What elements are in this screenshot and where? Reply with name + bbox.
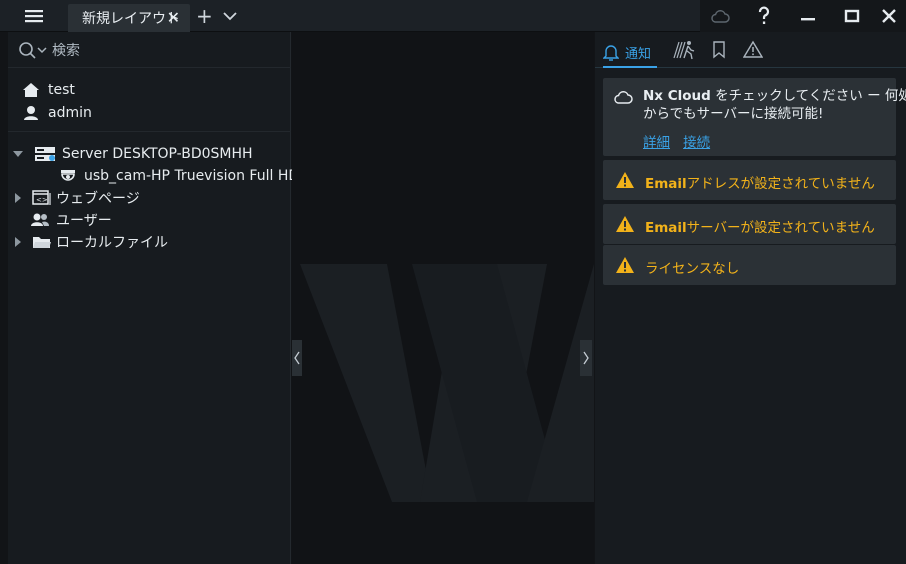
- tab-motion[interactable]: [673, 40, 697, 62]
- tree-item-camera[interactable]: usb_cam-HP Truevision Full HD: [60, 166, 299, 186]
- main-menu-button[interactable]: [8, 0, 60, 32]
- home-icon: [23, 83, 39, 97]
- scene-area[interactable]: [292, 32, 594, 564]
- search-icon[interactable]: [18, 41, 50, 59]
- warning-outline-icon: [742, 40, 764, 58]
- maximize-button[interactable]: [832, 0, 872, 32]
- close-icon[interactable]: ✕: [167, 8, 180, 27]
- cloud-icon: [614, 91, 633, 104]
- tab-notifications[interactable]: 通知: [603, 38, 658, 68]
- chevron-down-icon: [223, 12, 237, 21]
- add-tab-button[interactable]: +: [196, 4, 214, 28]
- watermark-logo: [300, 264, 594, 502]
- warning-text: ライセンスなし: [645, 261, 740, 277]
- menu-icon: [25, 10, 43, 23]
- layout-tab[interactable]: 新規レイアウト ✕: [68, 4, 190, 32]
- svg-text:<>: <>: [36, 196, 48, 204]
- tree-item-layout-test[interactable]: test: [22, 80, 75, 100]
- window-controls: [700, 0, 906, 32]
- camera-label: usb_cam-HP Truevision Full HD: [84, 168, 300, 184]
- cloud-card-title: Nx Cloud: [643, 88, 711, 104]
- close-window-icon: [882, 9, 896, 23]
- panel-tabs: 通知: [595, 32, 906, 68]
- tree-item-label: admin: [48, 105, 92, 121]
- chevron-right-icon: [583, 351, 589, 365]
- tree-item-label: test: [48, 82, 75, 98]
- server-icon: [35, 147, 55, 161]
- collapse-right-panel-button[interactable]: [580, 340, 592, 376]
- minimize-icon: [801, 18, 815, 21]
- notification-item[interactable]: Emailサーバーが設定されていません: [603, 204, 896, 244]
- tree-item-webpages[interactable]: <> ウェブページ: [12, 188, 140, 208]
- folder-icon: [33, 237, 51, 248]
- warning-bold: Email: [645, 176, 687, 192]
- title-bar: 新規レイアウト ✕ +: [0, 0, 906, 32]
- nx-cloud-card: Nx Cloud をチェックしてください ー 何処 からでもサーバーに接続可能!…: [603, 78, 906, 156]
- tree-item-local-files[interactable]: ローカルファイル: [12, 232, 168, 252]
- help-button[interactable]: [744, 0, 784, 32]
- chevron-right-icon[interactable]: [12, 192, 24, 204]
- close-window-button[interactable]: [872, 0, 906, 32]
- search-bar[interactable]: 検索: [8, 32, 291, 68]
- connect-link[interactable]: 接続: [683, 135, 710, 151]
- webpages-label: ウェブページ: [56, 191, 140, 207]
- chevron-down-icon[interactable]: [12, 148, 24, 160]
- help-icon: [758, 6, 770, 24]
- search-input[interactable]: 検索: [52, 40, 80, 60]
- notification-item[interactable]: Emailアドレスが設定されていません: [603, 160, 896, 200]
- tab-bookmarks[interactable]: [711, 40, 729, 62]
- resource-panel: 検索 test admin Server DESKTOP-BD0SMHH usb…: [8, 32, 299, 564]
- collapse-left-panel-button[interactable]: [292, 340, 302, 376]
- tab-list-button[interactable]: [222, 7, 238, 25]
- users-label: ユーザー: [56, 213, 112, 229]
- cloud-card-text: をチェックしてください ー 何処: [710, 88, 906, 104]
- tab-notifications-label: 通知: [625, 46, 652, 62]
- warning-text: アドレスが設定されていません: [686, 176, 875, 192]
- cloud-icon: [711, 10, 730, 23]
- cloud-card-text-2: からでもサーバーに接続可能!: [643, 106, 824, 122]
- tree-item-server[interactable]: Server DESKTOP-BD0SMHH: [12, 144, 253, 164]
- users-icon: [31, 213, 49, 226]
- webpage-icon: <>: [32, 190, 51, 205]
- maximize-icon: [844, 9, 860, 23]
- bookmark-icon: [713, 41, 725, 59]
- user-icon: [24, 106, 38, 120]
- divider: [8, 131, 291, 132]
- tab-system-health[interactable]: [742, 40, 765, 62]
- plus-icon: +: [196, 4, 213, 28]
- camera-icon: [61, 170, 75, 181]
- cloud-status-button[interactable]: [700, 0, 740, 32]
- server-label: Server DESKTOP-BD0SMHH: [62, 146, 253, 162]
- bell-icon: [603, 45, 619, 61]
- warning-text: サーバーが設定されていません: [686, 220, 875, 236]
- tree-item-users[interactable]: ユーザー: [30, 210, 112, 230]
- layout-tab-label: 新規レイアウト: [82, 11, 180, 27]
- notification-panel: 通知 Nx Cloud をチェックしてください ー 何処 からでもサーバーに接続…: [595, 32, 906, 564]
- tree-item-user-admin[interactable]: admin: [22, 103, 92, 123]
- warning-icon: [616, 257, 634, 273]
- notification-item[interactable]: ライセンスなし: [603, 245, 896, 285]
- local-files-label: ローカルファイル: [56, 235, 168, 251]
- warning-icon: [616, 172, 634, 188]
- details-link[interactable]: 詳細: [643, 135, 670, 151]
- warning-icon: [616, 216, 634, 232]
- chevron-left-icon: [294, 351, 300, 365]
- motion-icon: [673, 41, 695, 60]
- chevron-right-icon[interactable]: [12, 236, 24, 248]
- minimize-button[interactable]: [788, 0, 828, 32]
- warning-bold: Email: [645, 220, 687, 236]
